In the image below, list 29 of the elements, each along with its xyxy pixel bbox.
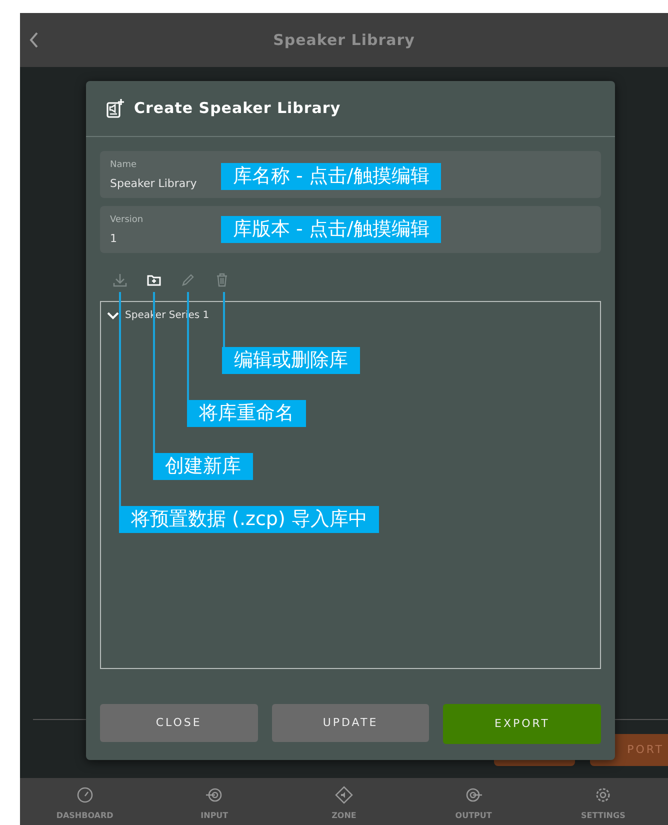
- callout: 将库重命名: [187, 400, 306, 427]
- dialog-button[interactable]: EXPORT: [443, 704, 602, 744]
- callout: 将预置数据 (.zcp) 导入库中: [119, 506, 380, 533]
- callout: 编辑或删除库: [222, 347, 360, 374]
- field-value: 1: [110, 230, 118, 246]
- dialog-title: Create Speaker Library: [134, 98, 341, 120]
- leader-line: [223, 292, 225, 347]
- callout: 创建新库: [153, 453, 253, 480]
- field-value: Speaker Library: [110, 176, 198, 192]
- target-icon: [464, 786, 483, 804]
- callout: 库名称 - 点击/触摸编辑: [221, 163, 442, 190]
- nav-tab[interactable]: ZONE: [288, 780, 399, 823]
- field-label: Version: [110, 214, 144, 227]
- settings-icon: [594, 786, 612, 804]
- speaker-icon: [334, 786, 353, 804]
- gauge-icon: [76, 786, 94, 804]
- speaker-add-icon: [106, 98, 124, 118]
- dialog-button[interactable]: CLOSE: [100, 704, 258, 742]
- chevron-down-icon[interactable]: [107, 310, 119, 320]
- nav-tab[interactable]: DASHBOARD: [30, 780, 140, 823]
- nav-tab[interactable]: OUTPUT: [418, 780, 529, 823]
- nav-tab[interactable]: INPUT: [159, 780, 270, 823]
- callout: 库版本 - 点击/触摸编辑: [221, 216, 442, 243]
- nav-tab[interactable]: SETTINGS: [548, 780, 658, 823]
- field-label: Name: [110, 159, 138, 172]
- target-icon: [205, 786, 224, 804]
- dialog-button[interactable]: UPDATE: [272, 704, 430, 742]
- back-icon[interactable]: [28, 31, 40, 49]
- page-title: Speaker Library: [273, 30, 415, 51]
